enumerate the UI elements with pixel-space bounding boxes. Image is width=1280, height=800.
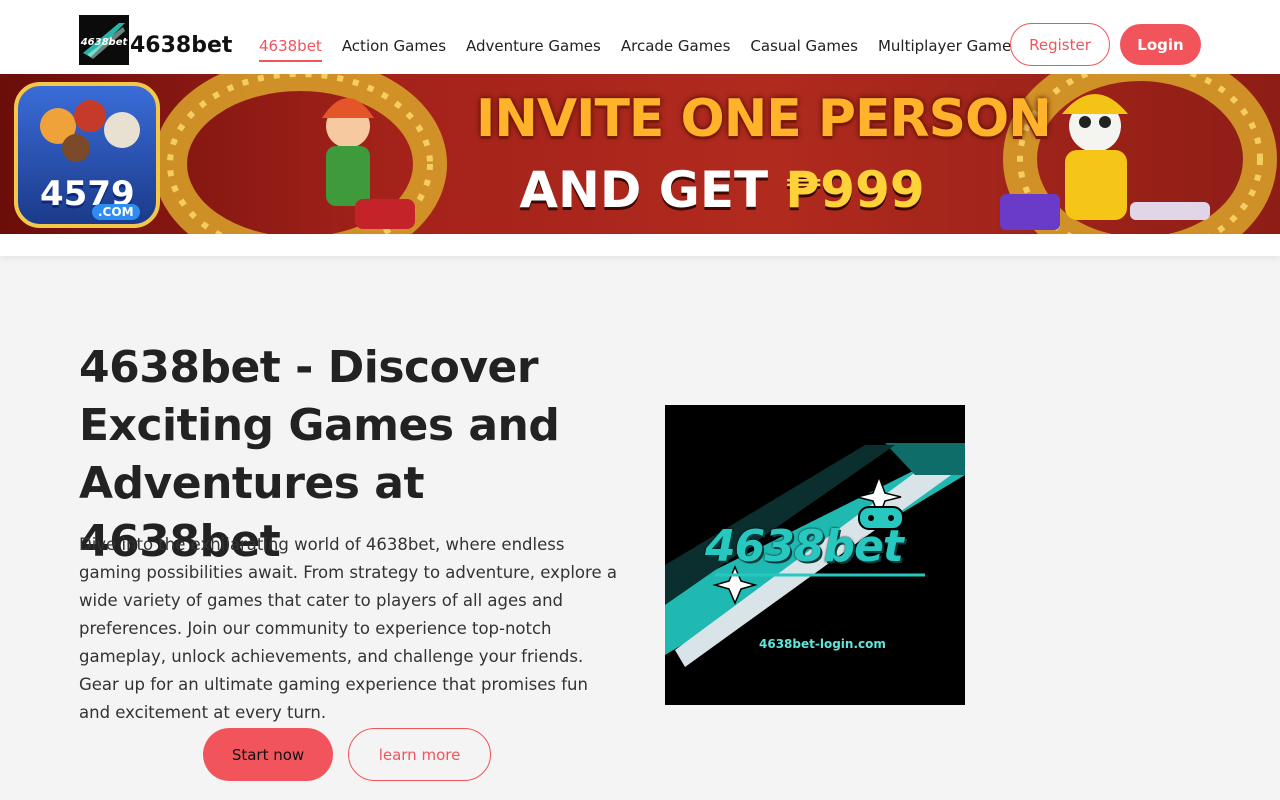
banner-subheadline-text: AND GET bbox=[519, 161, 786, 219]
badge-domain: .COM bbox=[92, 204, 140, 220]
nav-item-casual-games[interactable]: Casual Games bbox=[750, 34, 858, 62]
login-button[interactable]: Login bbox=[1120, 24, 1201, 65]
banner-divider bbox=[0, 234, 1280, 256]
logo-graphic: 4638bet bbox=[79, 15, 129, 65]
site-badge: 4579 .COM bbox=[14, 82, 160, 228]
characters-graphic bbox=[40, 100, 140, 162]
main-nav: 4638bet Action Games Adventure Games Arc… bbox=[259, 34, 1019, 62]
nav-item-multiplayer-games[interactable]: Multiplayer Games bbox=[878, 34, 1019, 62]
hero-description: Dive into the exhilarating world of 4638… bbox=[79, 535, 617, 722]
hero-logo-image: 4638bet 4638bet-login.com bbox=[665, 405, 965, 705]
site-header: 4638bet 4638bet 4638bet Action Games Adv… bbox=[0, 0, 1280, 74]
nav-item-action-games[interactable]: Action Games bbox=[342, 34, 446, 62]
banner-subheadline: AND GET ₱999 bbox=[476, 160, 968, 220]
learn-more-button[interactable]: learn more bbox=[348, 728, 491, 781]
promo-banner[interactable]: 4579 .COM INVITE ONE PERSON AND GET ₱999 bbox=[0, 74, 1280, 234]
hero-logo-domain: 4638bet-login.com bbox=[759, 637, 886, 651]
nav-item-home[interactable]: 4638bet bbox=[259, 34, 322, 62]
start-now-button[interactable]: Start now bbox=[203, 728, 333, 781]
banner-reward-amount: ₱999 bbox=[785, 161, 925, 219]
banner-headline: INVITE ONE PERSON bbox=[476, 89, 1052, 149]
nav-item-arcade-games[interactable]: Arcade Games bbox=[621, 34, 731, 62]
site-logo[interactable]: 4638bet bbox=[79, 15, 129, 65]
brand-name[interactable]: 4638bet bbox=[130, 31, 232, 61]
nav-item-adventure-games[interactable]: Adventure Games bbox=[466, 34, 601, 62]
register-button[interactable]: Register bbox=[1010, 23, 1110, 66]
hero-logo-text: 4638bet bbox=[705, 521, 904, 572]
svg-text:4638bet: 4638bet bbox=[80, 37, 129, 48]
